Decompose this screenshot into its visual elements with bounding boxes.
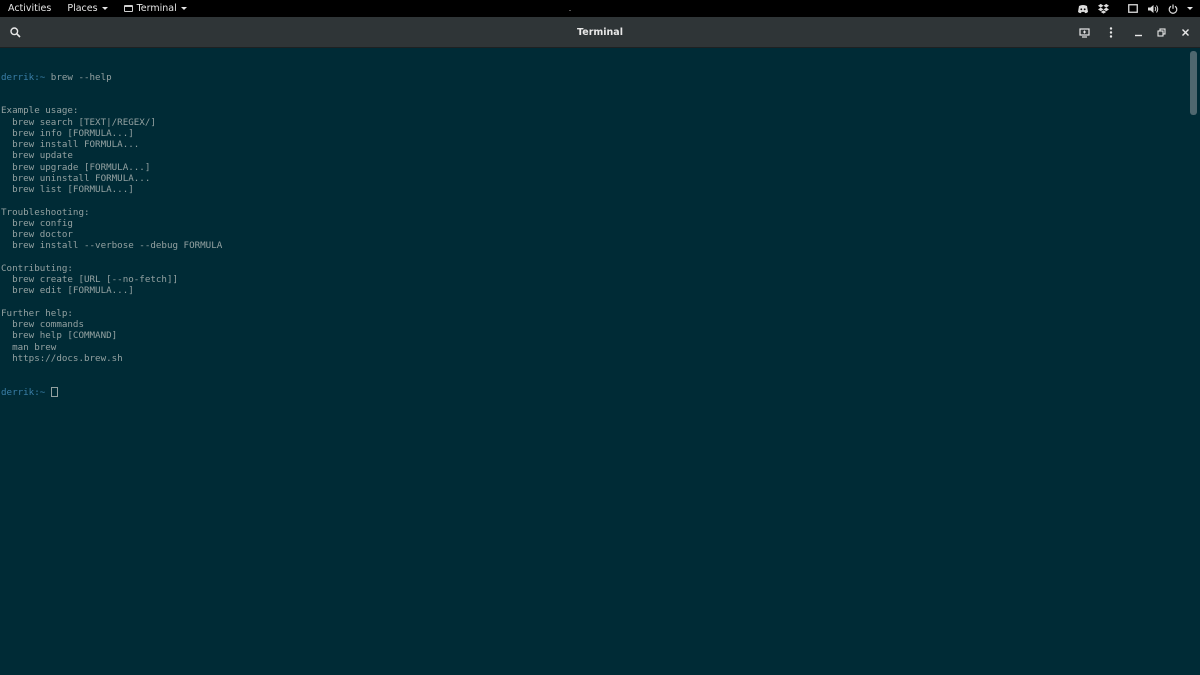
output-line: brew upgrade [FORMULA...] — [1, 161, 151, 173]
output-line: brew help [COMMAND] — [1, 330, 118, 342]
screen-icon[interactable] — [1126, 0, 1140, 17]
final-prompt: derrik:~ — [1, 386, 46, 398]
close-button[interactable] — [1178, 25, 1192, 40]
menu-button[interactable] — [1104, 25, 1118, 40]
output-line: Troubleshooting: — [1, 206, 90, 218]
search-button[interactable] — [6, 24, 24, 41]
top-bar: Activities Places Terminal — [0, 0, 1200, 17]
window-title: Terminal — [577, 27, 623, 38]
new-tab-icon — [1078, 27, 1090, 38]
final-prompt-line[interactable]: derrik:~ — [1, 386, 1181, 398]
places-arrow-icon — [101, 7, 108, 10]
output-line: brew search [TEXT|/REGEX/] — [1, 116, 156, 128]
output-line: brew edit [FORMULA...] — [1, 285, 134, 297]
dropbox-icon[interactable] — [1096, 0, 1110, 17]
output-line: Example usage: — [1, 105, 79, 117]
output-block: Example usage: brew search [TEXT|/REGEX/… — [1, 105, 1181, 364]
output-line: brew commands — [1, 319, 84, 330]
output-line: brew uninstall FORMULA... — [1, 172, 151, 184]
output-line: Contributing: — [1, 262, 73, 274]
places-menu[interactable]: Places — [59, 0, 115, 17]
command-text: brew --help — [45, 71, 112, 83]
output-line: brew list [FORMULA...] — [1, 184, 134, 195]
discord-icon[interactable] — [1076, 0, 1090, 17]
scrollbar-thumb[interactable] — [1190, 51, 1197, 115]
output-line: https://docs.brew.sh — [1, 352, 123, 364]
output-line: man brew — [1, 341, 57, 353]
prompt: derrik:~ — [1, 71, 46, 83]
output-line: brew create [URL [--no-fetch]] — [1, 274, 179, 285]
clock-indicator[interactable] — [567, 5, 573, 11]
new-tab-button[interactable] — [1077, 25, 1091, 40]
system-tray — [1073, 0, 1200, 17]
app-menu-label: Terminal — [136, 3, 177, 14]
output-line: brew doctor — [1, 229, 73, 240]
maximize-icon — [1156, 28, 1166, 37]
system-menu-arrow-icon[interactable] — [1186, 0, 1194, 17]
terminal-output: derrik:~ brew --help Example usage: brew… — [1, 49, 1181, 420]
output-line: brew info [FORMULA...] — [1, 127, 134, 139]
power-icon[interactable] — [1166, 0, 1180, 17]
output-line: brew config — [1, 217, 73, 229]
terminal-view[interactable]: derrik:~ brew --help Example usage: brew… — [0, 49, 1200, 675]
volume-icon[interactable] — [1146, 0, 1160, 17]
activities-label: Activities — [8, 3, 52, 14]
terminal-header-bar: Terminal — [0, 17, 1200, 48]
output-line: brew update — [1, 150, 73, 162]
activities-button[interactable]: Activities — [0, 0, 59, 17]
places-label: Places — [67, 3, 98, 14]
minimize-icon — [1134, 34, 1142, 37]
text-cursor — [50, 386, 58, 397]
menu-icon — [1109, 27, 1113, 38]
output-line: Further help: — [1, 307, 73, 319]
search-icon — [9, 27, 21, 38]
terminal-app-icon — [123, 5, 133, 12]
close-icon — [1181, 29, 1189, 36]
output-line: brew install FORMULA... — [1, 139, 140, 150]
output-line: brew install --verbose --debug FORMULA — [1, 240, 223, 252]
maximize-button[interactable] — [1154, 25, 1168, 40]
minimize-button[interactable] — [1131, 25, 1145, 40]
app-menu[interactable]: Terminal — [116, 0, 195, 17]
command-line: derrik:~ brew --help — [1, 72, 1181, 83]
app-menu-arrow-icon — [180, 7, 187, 10]
clock-dot-icon — [569, 10, 571, 11]
